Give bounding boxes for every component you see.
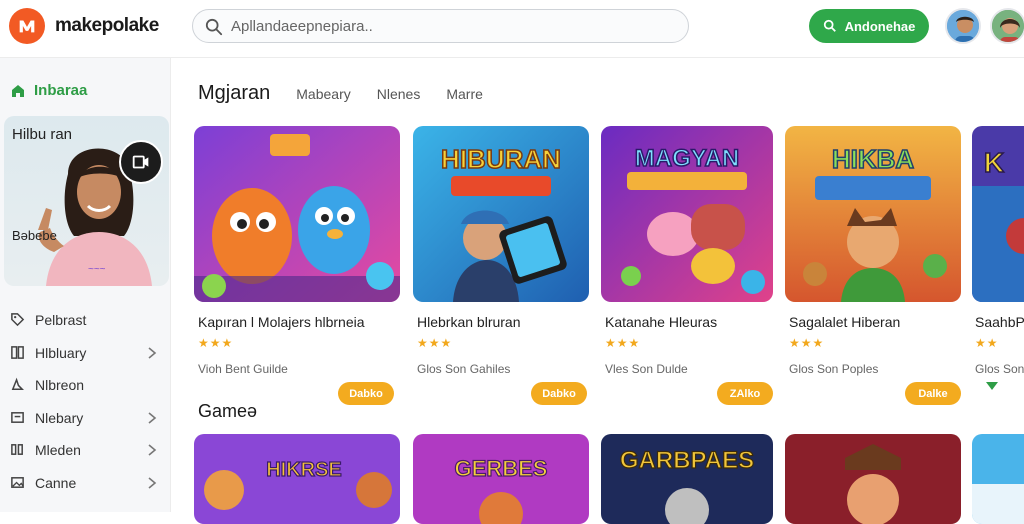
art-title: HIBURAN (441, 144, 561, 174)
category-tabs: Mgjaran Mabeary Nlenes Marre (198, 82, 509, 105)
game-thumbnail[interactable]: K (972, 126, 1024, 302)
search-icon (205, 18, 223, 36)
game-title[interactable]: Sagalalet Hiberan (789, 314, 900, 330)
game-title[interactable]: Katanahe Hleuras (605, 314, 717, 330)
rating-stars: ★★ (975, 336, 999, 350)
secondary-avatar[interactable] (990, 8, 1024, 44)
chevron-down-icon[interactable] (986, 382, 998, 390)
grid-icon (10, 345, 26, 361)
user-avatar[interactable] (945, 8, 981, 44)
image-icon (10, 475, 26, 491)
play-button[interactable]: Dalke (905, 382, 961, 405)
game-thumbnail[interactable]: MAGYAN (601, 126, 773, 302)
game-thumbnail[interactable] (785, 434, 961, 524)
promo-card[interactable]: ~~~ Hilbu ran Bəbebe (4, 116, 169, 286)
play-button[interactable]: Dabko (531, 382, 587, 405)
box-icon (10, 410, 26, 426)
game-card[interactable]: K SaahbPlr ★★ Glos Son (972, 126, 1024, 390)
sidebar-item-label: Nlebary (35, 409, 84, 426)
search-icon (823, 19, 836, 32)
sidebar-item-label: Mleden (35, 442, 81, 459)
tab-2[interactable]: Nlenes (377, 86, 421, 102)
primary-action-button[interactable]: Andonehae (809, 9, 929, 43)
rating-stars: ★★★ (789, 336, 825, 350)
sidebar-item-1[interactable]: Hlbluary (0, 337, 171, 370)
compass-icon (10, 377, 26, 393)
brand-name[interactable]: makepolake (55, 15, 159, 37)
art-title: MAGYAN (635, 145, 739, 172)
promo-title: Hilbu ran (12, 126, 73, 143)
sidebar-item-5[interactable]: Canne (0, 467, 171, 500)
game-meta: Glos Son (975, 362, 1024, 376)
game-title[interactable]: SaahbPlr (975, 314, 1024, 330)
chevron-right-icon (148, 346, 157, 359)
chevron-right-icon (148, 411, 157, 424)
video-icon[interactable] (119, 140, 163, 184)
sidebar-item-label: Pelbrast (35, 312, 87, 329)
svg-text:~~~: ~~~ (88, 264, 106, 275)
chevron-right-icon (148, 444, 157, 456)
game-title[interactable]: Hlebrkan blruran (417, 314, 521, 330)
game-thumbnail[interactable] (972, 434, 1024, 524)
art-title: HIKRSE (266, 459, 342, 481)
search-bar[interactable] (192, 9, 689, 43)
columns-icon (10, 442, 26, 458)
game-thumbnail[interactable]: GERBES (413, 434, 589, 524)
art-title: GERBES (455, 456, 548, 481)
art-title: GARBPAES (620, 447, 754, 474)
sidebar-item-3[interactable]: Nlebary (0, 402, 171, 435)
rating-stars: ★★★ (198, 336, 234, 350)
game-card[interactable]: Kapıran l Molajers hlbrneia ★★★ Vioh Ben… (194, 126, 400, 405)
art-title: HIKBA (832, 144, 915, 174)
home-icon (12, 84, 24, 97)
rating-stars: ★★★ (417, 336, 453, 350)
sidebar-item-0[interactable]: Pelbrast (0, 304, 171, 337)
top-header: makepolake Andonehae (0, 0, 1024, 58)
section-title: Gameə (198, 401, 258, 421)
game-meta: Glos Son Gahiles (417, 362, 511, 376)
tab-active[interactable]: Mgjaran (198, 82, 270, 105)
sidebar-item-label: Canne (35, 474, 77, 491)
game-card[interactable]: HIBURAN Hlebrkan blruran ★★★ Glos Son Ga… (413, 126, 589, 405)
game-title[interactable]: Kapıran l Molajers hlbrneia (198, 314, 365, 330)
game-thumbnail[interactable] (194, 126, 400, 302)
game-thumbnail[interactable]: HIKRSE (194, 434, 400, 524)
game-thumbnail[interactable]: HIBURAN (413, 126, 589, 302)
game-meta: Vioh Bent Guilde (198, 362, 288, 376)
art-title: K (984, 147, 1004, 178)
sidebar-item-label: Hlbluary (35, 344, 87, 361)
sidebar: Inbaraa ~~~ Hilbu ran Bəbebe Pelbrast Hl… (0, 58, 171, 512)
game-card[interactable]: MAGYAN Katanahe Hleuras ★★★ Vles Son Dul… (601, 126, 773, 405)
game-thumbnail[interactable]: HIKBA (785, 126, 961, 302)
sidebar-item-2[interactable]: Nlbreon (0, 369, 171, 402)
sidebar-home-item[interactable]: Inbaraa (10, 82, 87, 99)
game-meta: Vles Son Dulde (605, 362, 688, 376)
sidebar-item-label: Nlbreon (35, 377, 85, 394)
cta-label: Andonehae (844, 18, 916, 34)
play-button[interactable]: Dabko (338, 382, 394, 405)
promo-subtitle: Bəbebe (12, 228, 57, 243)
tag-icon (10, 312, 26, 328)
game-meta: Glos Son Poples (789, 362, 879, 376)
tab-1[interactable]: Mabeary (296, 86, 350, 102)
game-card[interactable]: HIKBA Sagalalet Hiberan ★★★ Glos Son Pop… (785, 126, 961, 405)
sidebar-nav: Pelbrast Hlbluary Nlbreon Nlebary Mleden… (0, 304, 171, 499)
brand-logo-icon[interactable] (9, 8, 45, 44)
game-thumbnail[interactable]: GARBPAES (601, 434, 773, 524)
play-button[interactable]: ZAlko (717, 382, 773, 405)
sidebar-item-4[interactable]: Mleden (0, 434, 171, 467)
search-input[interactable] (231, 15, 671, 37)
sidebar-home-label: Inbaraa (34, 82, 88, 99)
tab-3[interactable]: Marre (446, 86, 483, 102)
rating-stars: ★★★ (605, 336, 641, 350)
chevron-right-icon (148, 476, 157, 489)
